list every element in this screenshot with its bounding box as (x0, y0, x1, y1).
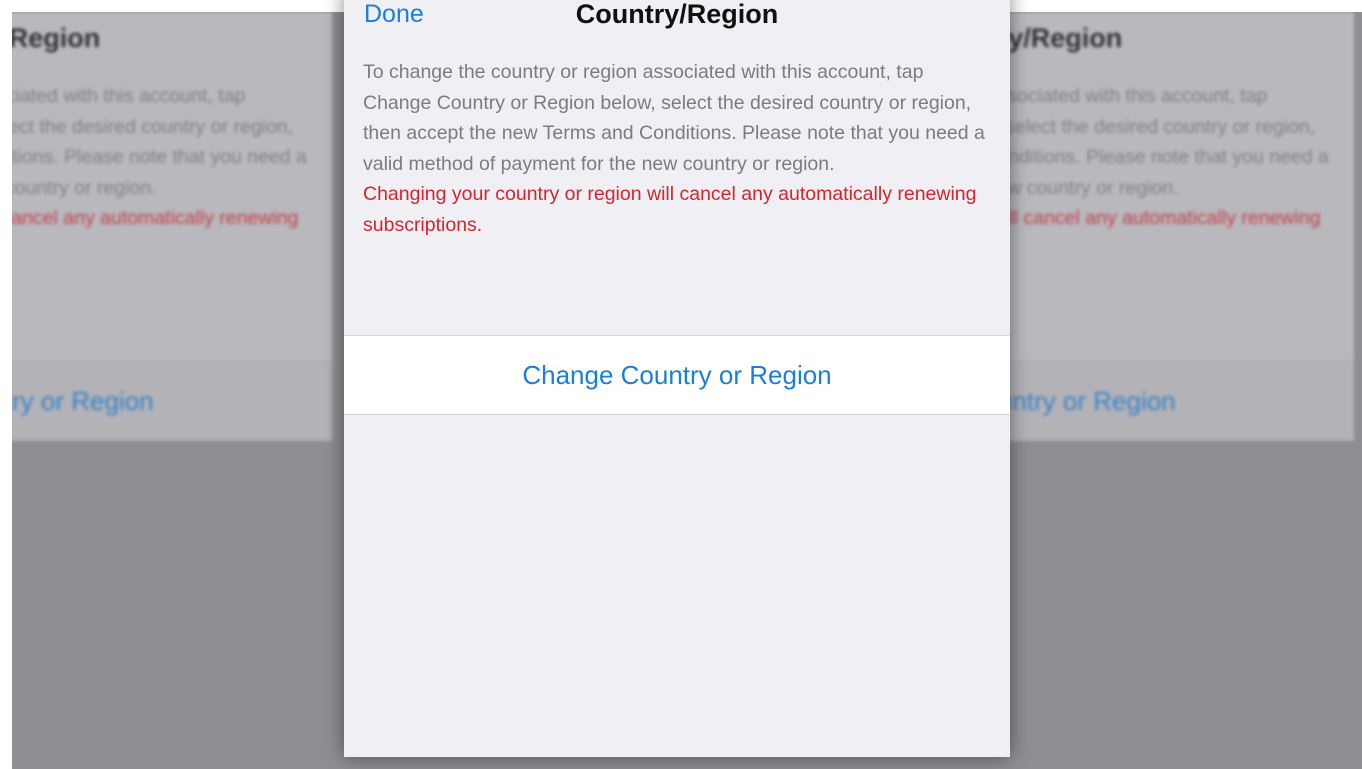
background-change-country-cell: Change Country or Region (12, 361, 332, 441)
page-title: Country/Region (575, 0, 779, 29)
background-screen-top: Done Country/Region To change the countr… (12, 12, 332, 361)
info-text: To change the country or region associat… (344, 40, 1010, 335)
background-warning: Changing your country or region will can… (12, 207, 299, 229)
change-country-button[interactable]: Change Country or Region (344, 335, 1010, 415)
background-info-text: To change the country or region associat… (12, 64, 332, 361)
done-button[interactable]: Done (364, 0, 424, 29)
phone-screen: Done Country/Region To change the countr… (344, 0, 1010, 757)
background-nav-title: Country/Region (12, 23, 101, 53)
background-description: To change the country or region associat… (12, 85, 307, 199)
navigation-bar: Done Country/Region (344, 0, 1010, 40)
background-navbar: Done Country/Region (12, 12, 332, 64)
background-screen-left: Done Country/Region To change the countr… (12, 12, 332, 769)
info-warning: Changing your country or region will can… (363, 183, 977, 236)
country-region-screen: Done Country/Region To change the countr… (344, 0, 1010, 757)
info-description: To change the country or region associat… (363, 61, 985, 175)
